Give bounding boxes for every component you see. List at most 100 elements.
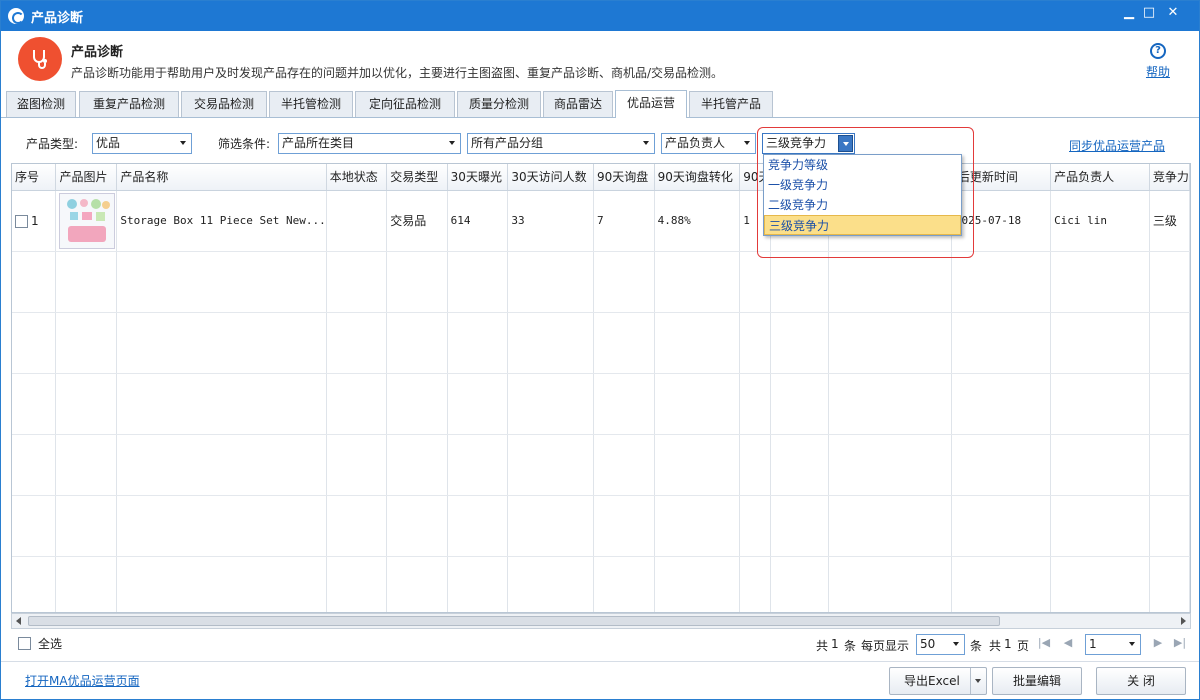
product-name-cell[interactable]: Storage Box 11 Piece Set New... — [116, 190, 327, 252]
select-all-checkbox[interactable] — [18, 637, 31, 650]
per-page-select[interactable]: 50 — [916, 634, 965, 655]
column-header[interactable]: 序号 — [12, 164, 57, 191]
row-checkbox[interactable] — [15, 214, 28, 228]
per-page-suffix: 条 — [970, 639, 983, 653]
chevron-down-icon — [975, 679, 981, 683]
column-header[interactable]: 90天询盘转化 — [654, 164, 741, 191]
close-window-button[interactable]: ✕ — [1161, 1, 1185, 27]
pages-count: 1 — [1004, 637, 1012, 651]
tab-duplicate-products[interactable]: 重复产品检测 — [79, 91, 179, 117]
horizontal-scrollbar[interactable] — [11, 613, 1191, 629]
chevron-down-icon[interactable] — [838, 135, 853, 152]
row-index-cell[interactable]: 1 — [12, 190, 57, 252]
owner-select[interactable]: 产品负责人 — [661, 133, 756, 154]
product-thumbnail[interactable] — [59, 193, 116, 249]
first-page-icon[interactable]: |◀ — [1037, 634, 1051, 652]
product-type-label: 产品类型: — [26, 137, 79, 151]
export-dropdown-toggle[interactable] — [970, 668, 986, 694]
maximize-button[interactable]: □ — [1137, 1, 1161, 27]
tab-semi-managed-check[interactable]: 半托管检测 — [269, 91, 353, 117]
header-title: 产品诊断 — [71, 45, 124, 60]
tab-bar: 盗图检测 重复产品检测 交易品检测 半托管检测 定向征品检测 质量分检测 商品雷… — [1, 89, 1199, 118]
column-header[interactable]: 交易类型 — [386, 164, 448, 191]
open-ma-page-link[interactable]: 打开MA优品运营页面 — [25, 672, 140, 689]
help-link[interactable]: ? 帮助 — [1143, 43, 1173, 80]
table-row-empty — [12, 373, 1190, 435]
help-label[interactable]: 帮助 — [1143, 63, 1173, 80]
total-prefix: 共 — [816, 639, 829, 653]
column-header[interactable]: 最后更新时间 — [951, 164, 1052, 191]
filter-condition-label: 筛选条件: — [218, 137, 271, 151]
row-index: 1 — [31, 213, 39, 228]
sync-premium-products-link[interactable]: 同步优品运营产品 — [1069, 137, 1165, 154]
chevron-down-icon — [1129, 642, 1135, 646]
total-count: 1 — [831, 637, 839, 651]
inquiries-cell: 7 — [593, 190, 655, 252]
per-page-value: 50 — [920, 637, 936, 651]
filter-bar: 产品类型: 优品 筛选条件: 产品所在类目 所有产品分组 产品负责人 三级竞争力… — [1, 119, 1199, 159]
table-row-empty — [12, 434, 1190, 496]
scroll-right-icon[interactable] — [1181, 617, 1186, 625]
prev-page-icon[interactable]: ◀ — [1061, 634, 1075, 652]
product-type-select[interactable]: 优品 — [92, 133, 192, 154]
last-page-icon[interactable]: ▶| — [1173, 634, 1187, 652]
inquiry-conversion-cell: 4.88% — [654, 190, 741, 252]
page-value: 1 — [1089, 637, 1097, 651]
trade-type-cell: 交易品 — [386, 190, 448, 252]
exposure-cell: 614 — [447, 190, 509, 252]
column-header[interactable]: 产品名称 — [116, 164, 327, 191]
tab-quality-score[interactable]: 质量分检测 — [457, 91, 541, 117]
product-image-cell[interactable] — [55, 190, 118, 252]
group-select[interactable]: 所有产品分组 — [467, 133, 655, 154]
column-header[interactable]: 本地状态 — [326, 164, 388, 191]
tab-trade-products[interactable]: 交易品检测 — [181, 91, 267, 117]
dropdown-option[interactable]: 一级竞争力 — [764, 175, 961, 195]
page-select[interactable]: 1 — [1085, 634, 1141, 655]
app-icon — [8, 8, 24, 24]
tab-targeted-collection[interactable]: 定向征品检测 — [355, 91, 455, 117]
dropdown-option[interactable]: 竞争力等级 — [764, 155, 961, 175]
chevron-down-icon — [180, 141, 186, 145]
competition-dropdown-list: 竞争力等级 一级竞争力 二级竞争力 三级竞争力 — [763, 154, 962, 236]
category-value: 产品所在类目 — [282, 136, 355, 150]
column-header[interactable]: 90天询盘 — [593, 164, 655, 191]
pages-prefix: 共 — [989, 639, 1002, 653]
column-header[interactable]: 产品图片 — [55, 164, 118, 191]
select-all-label[interactable]: 全选 — [38, 635, 62, 652]
column-header[interactable]: 产品负责人 — [1050, 164, 1150, 191]
scroll-left-icon[interactable] — [16, 617, 21, 625]
updated-cell: 2025-07-18 — [951, 190, 1052, 252]
chevron-down-icon — [953, 642, 959, 646]
visitors-cell: 33 — [507, 190, 594, 252]
scroll-thumb[interactable] — [28, 616, 1000, 626]
dropdown-option-selected[interactable]: 三级竞争力 — [764, 215, 961, 235]
total-suffix: 条 — [844, 639, 857, 653]
stethoscope-icon — [18, 37, 62, 81]
group-value: 所有产品分组 — [471, 136, 544, 150]
tab-premium-operation[interactable]: 优品运营 — [615, 90, 687, 118]
per-page-label: 每页显示 — [861, 639, 910, 653]
dropdown-option[interactable]: 二级竞争力 — [764, 195, 961, 215]
next-page-icon[interactable]: ▶ — [1151, 634, 1165, 652]
category-select[interactable]: 产品所在类目 — [278, 133, 461, 154]
close-button[interactable]: 关 闭 — [1096, 667, 1186, 695]
column-header[interactable]: 竞争力 — [1149, 164, 1190, 191]
pagination-bar: 全选 共 1 条 每页显示 50 条 共 1 页 |◀ ◀ 1 ▶ ▶| — [1, 631, 1199, 657]
local-status-cell — [326, 190, 388, 252]
export-excel-button[interactable]: 导出Excel — [889, 667, 987, 695]
table-row[interactable]: 1 Storage Box 11 Piece Set New... 交易品 61… — [12, 190, 1190, 252]
column-header[interactable]: 30天访问人数 — [507, 164, 594, 191]
batch-edit-button[interactable]: 批量编辑 — [992, 667, 1082, 695]
header-description: 产品诊断功能用于帮助用户及时发现产品存在的问题并加以优化，主要进行主图盗图、重复… — [71, 66, 724, 80]
help-icon: ? — [1150, 43, 1166, 59]
competition-cell: 三级 — [1149, 190, 1190, 252]
table-row-empty — [12, 556, 1190, 612]
export-excel-label: 导出Excel — [904, 674, 960, 688]
tab-semi-managed-products[interactable]: 半托管产品 — [689, 91, 773, 117]
tab-image-theft[interactable]: 盗图检测 — [6, 91, 76, 117]
column-header[interactable]: 30天曝光 — [447, 164, 509, 191]
owner-cell: Cici lin — [1050, 190, 1150, 252]
competition-select[interactable]: 三级竞争力 — [762, 133, 855, 154]
chevron-down-icon — [449, 141, 455, 145]
tab-product-radar[interactable]: 商品雷达 — [543, 91, 613, 117]
